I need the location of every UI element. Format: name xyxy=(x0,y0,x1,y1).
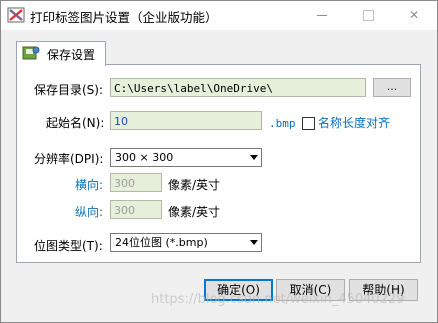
browse-button[interactable]: ... xyxy=(373,78,411,97)
vertical-unit-label: 像素/英寸 xyxy=(168,205,221,219)
app-icon xyxy=(7,7,25,23)
save-dir-label: 保存目录(S): xyxy=(34,83,104,97)
minimize-icon xyxy=(317,15,327,16)
close-icon: ✕ xyxy=(408,8,420,22)
save-dir-input[interactable]: C:\Users\label\OneDrive\ xyxy=(110,78,366,97)
extension-label: .bmp xyxy=(269,117,296,130)
tab-label: 保存设置 xyxy=(47,48,96,62)
bitmap-type-value: 24位位图 (*.bmp) xyxy=(115,236,208,249)
name-align-checkbox[interactable] xyxy=(302,117,315,130)
chevron-down-icon xyxy=(250,240,258,245)
save-settings-icon xyxy=(22,46,40,60)
watermark: https://blog.csdn.net/weixin_45040229 xyxy=(151,292,405,307)
start-name-label: 起始名(N): xyxy=(46,116,105,130)
start-name-input[interactable]: 10 xyxy=(110,111,262,130)
chevron-down-icon xyxy=(250,155,258,160)
window-title: 打印标签图片设置（企业版功能） xyxy=(30,10,218,25)
maximize-icon xyxy=(362,10,374,21)
bitmap-type-select[interactable]: 24位位图 (*.bmp) xyxy=(110,233,262,252)
name-align-label[interactable]: 名称长度对齐 xyxy=(318,114,390,131)
dpi-label: 分辨率(DPI): xyxy=(34,152,104,166)
bitmap-type-label: 位图类型(T): xyxy=(34,239,103,253)
dpi-select[interactable]: 300 × 300 xyxy=(110,148,262,167)
minimize-button[interactable] xyxy=(299,1,345,30)
title-bar[interactable]: 打印标签图片设置（企业版功能） ✕ xyxy=(1,1,437,30)
tab-save-settings[interactable]: 保存设置 xyxy=(16,41,106,66)
vertical-dpi-input: 300 xyxy=(110,200,162,219)
dpi-select-value: 300 × 300 xyxy=(115,151,174,164)
close-button[interactable]: ✕ xyxy=(391,1,437,30)
horizontal-dpi-input: 300 xyxy=(110,173,162,192)
dialog-window: 打印标签图片设置（企业版功能） ✕ 保存设置 保存目录(S): C:\Users… xyxy=(0,0,438,323)
horizontal-unit-label: 像素/英寸 xyxy=(168,178,221,192)
horizontal-label: 横向: xyxy=(75,178,104,192)
vertical-label: 纵向: xyxy=(75,205,104,219)
maximize-button[interactable] xyxy=(345,1,391,30)
